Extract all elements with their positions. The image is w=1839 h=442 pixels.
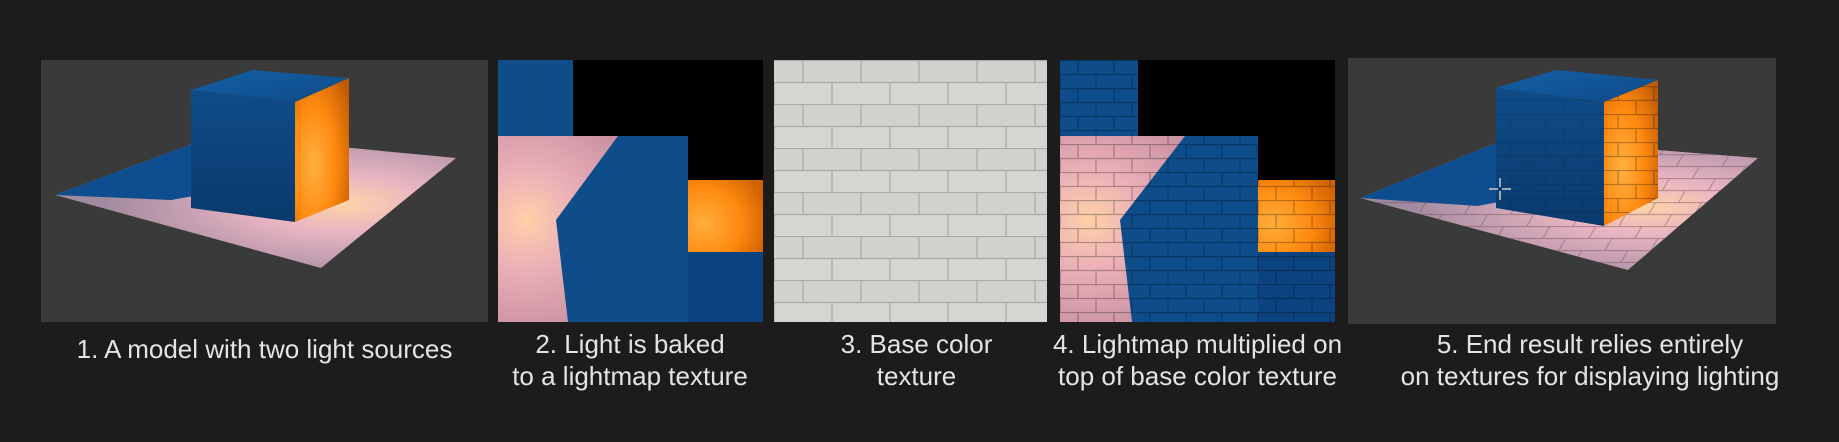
caption-line: 3. Base color [840, 329, 993, 359]
panel-3-illustration [774, 60, 1047, 322]
caption-line: 5. End result relies entirely [1436, 329, 1744, 359]
panel-3-base-color-texture [774, 60, 1047, 322]
brick-overlay-top [1060, 60, 1138, 136]
caption-line: on textures for displaying lighting [1400, 361, 1780, 391]
caption-line: top of base color texture [1058, 361, 1337, 391]
cube-front-face [191, 90, 295, 222]
panel-1-model-two-lights [41, 60, 488, 322]
caption-line: 1. A model with two light sources [76, 334, 453, 364]
caption-panel-1: 1. A model with two light sources [41, 333, 488, 365]
caption-line: to a lightmap texture [512, 361, 748, 391]
panel-2-lightmap [498, 60, 763, 322]
caption-panel-3: 3. Base color texture [774, 328, 1059, 392]
cube-front-face-bricks [1496, 88, 1604, 226]
caption-line: 2. Light is baked [535, 329, 725, 359]
panel-5-end-result [1348, 58, 1776, 324]
texture-tint [774, 60, 1047, 322]
lightmap-top-face-island [498, 60, 573, 136]
caption-panel-5: 5. End result relies entirely on texture… [1370, 328, 1810, 392]
caption-line: texture [876, 361, 957, 391]
panel-1-illustration [41, 60, 488, 322]
caption-panel-4: 4. Lightmap multiplied on top of base co… [1040, 328, 1355, 392]
brick-overlay-main [1060, 136, 1335, 322]
panel-4-illustration [1060, 60, 1335, 322]
caption-panel-2: 2. Light is baked to a lightmap texture [480, 328, 780, 392]
panel-5-illustration [1348, 58, 1776, 324]
panel-4-lightmap-multiplied [1060, 60, 1335, 322]
panel-2-illustration [498, 60, 763, 322]
cube-lit-face [295, 78, 349, 222]
lightmap-lit-face-island [688, 180, 763, 252]
lightmap-front-face-island [688, 252, 763, 322]
crosshair-cursor-icon [1489, 178, 1511, 200]
caption-line: 4. Lightmap multiplied on [1052, 329, 1343, 359]
